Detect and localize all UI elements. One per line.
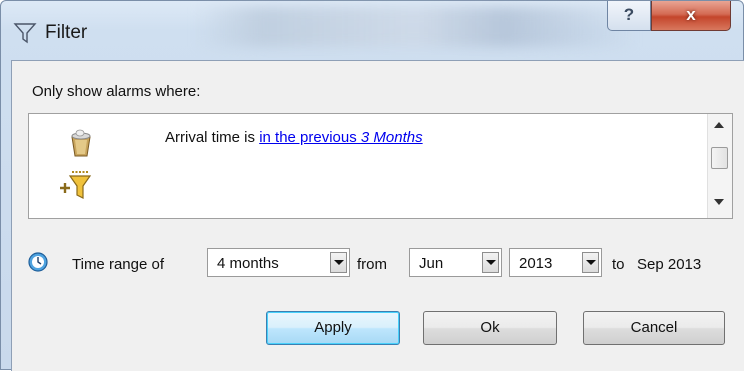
duration-dropdown-button[interactable] — [330, 252, 347, 273]
chevron-down-icon — [586, 260, 596, 265]
from-year-select[interactable]: 2013 — [509, 248, 602, 277]
condition-list[interactable]: Arrival time is in the previous 3 Months — [28, 113, 733, 219]
scroll-up-arrow-icon[interactable] — [714, 122, 724, 128]
condition-link-text[interactable]: in the previous — [259, 129, 361, 146]
condition-text: Arrival time is in the previous 3 Months — [165, 129, 423, 146]
condition-link[interactable]: in the previous 3 Months — [259, 129, 422, 146]
duration-select[interactable]: 4 months — [207, 248, 350, 277]
scroll-thumb[interactable] — [711, 147, 728, 169]
condition-link-value[interactable]: 3 Months — [361, 129, 423, 146]
to-value: Sep 2013 — [637, 256, 702, 273]
close-button[interactable]: x — [651, 1, 731, 31]
from-year-value: 2013 — [519, 255, 553, 272]
filter-prompt: Only show alarms where: — [32, 83, 201, 100]
bucket-icon[interactable] — [66, 128, 96, 158]
funnel-icon — [13, 23, 37, 44]
chevron-down-icon — [486, 260, 496, 265]
from-month-dropdown-button[interactable] — [482, 252, 499, 273]
condition-prefix: Arrival time is — [165, 129, 260, 146]
duration-value: 4 months — [217, 255, 279, 272]
title-bar[interactable]: Filter ? x — [1, 1, 744, 59]
add-filter-icon[interactable] — [58, 168, 92, 202]
ok-button[interactable]: Ok — [423, 311, 557, 345]
apply-button[interactable]: Apply — [266, 311, 400, 345]
to-label: to — [612, 256, 625, 273]
time-range-label: Time range of — [72, 256, 164, 273]
chevron-down-icon — [334, 260, 344, 265]
blurred-title-area — [196, 7, 636, 47]
from-month-value: Jun — [419, 255, 444, 272]
from-year-dropdown-button[interactable] — [582, 252, 599, 273]
clock-icon — [28, 252, 48, 272]
cancel-button[interactable]: Cancel — [583, 311, 725, 345]
vertical-scrollbar[interactable] — [707, 114, 732, 218]
dialog-body: Only show alarms where: Arrival time is … — [11, 60, 744, 371]
help-button[interactable]: ? — [607, 1, 651, 31]
from-label: from — [357, 256, 387, 273]
scroll-down-arrow-icon[interactable] — [714, 199, 724, 205]
window-title: Filter — [45, 22, 88, 43]
dialog-window: Filter ? x Only show alarms where: Arriv… — [0, 0, 744, 371]
from-month-select[interactable]: Jun — [409, 248, 502, 277]
